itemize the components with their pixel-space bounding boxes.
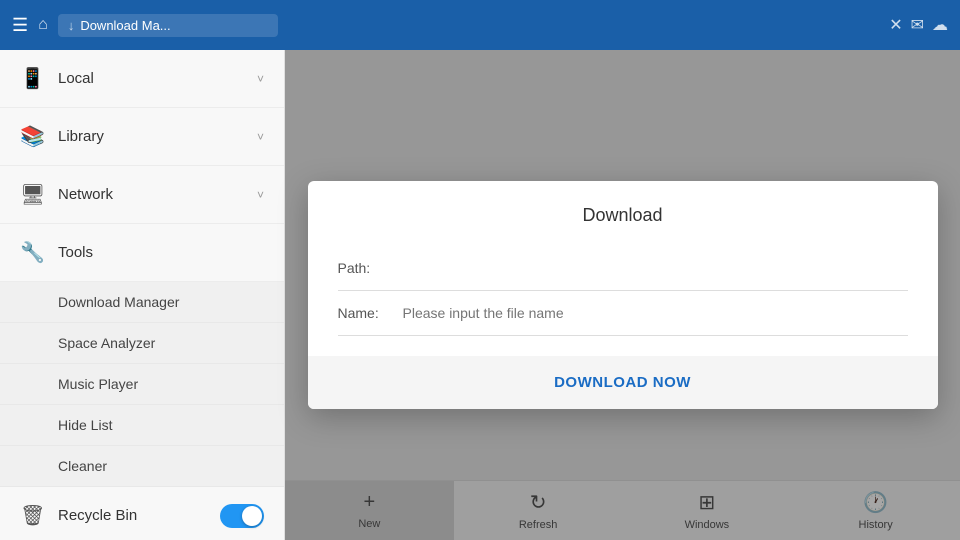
sidebar-item-recycle-bin[interactable]: 🗑 Recycle Bin xyxy=(0,487,284,540)
mail-icon[interactable]: ✉ xyxy=(911,15,924,35)
library-icon: 📚 xyxy=(20,124,44,149)
breadcrumb-arrow-icon: ↓ xyxy=(68,18,75,33)
modal-footer: DOWNLOAD NOW xyxy=(308,356,938,409)
modal-path-field: Path: xyxy=(338,246,908,291)
sidebar-item-local[interactable]: 📱 Local ˅ xyxy=(0,50,284,108)
sidebar-label-local: Local xyxy=(58,70,243,87)
chevron-icon-local: ˅ xyxy=(257,72,264,86)
recycle-bin-toggle-container xyxy=(220,504,264,528)
breadcrumb-text: Download Ma... xyxy=(80,18,170,33)
menu-icon[interactable]: ☰ xyxy=(12,15,28,36)
download-now-button[interactable]: DOWNLOAD NOW xyxy=(554,374,691,391)
main-area: 📱 Local ˅ 📚 Library ˅ 🖥 Network ˅ 🔧 Tool… xyxy=(0,50,960,540)
close-icon[interactable]: ✕ xyxy=(889,15,902,35)
sidebar-label-library: Library xyxy=(58,128,243,145)
modal-body: Path: Name: xyxy=(308,246,938,336)
sidebar-label-network: Network xyxy=(58,186,243,203)
sidebar-item-library[interactable]: 📚 Library ˅ xyxy=(0,108,284,166)
sidebar-sub-item-music-player[interactable]: Music Player xyxy=(0,364,284,405)
sidebar-label-recycle-bin: Recycle Bin xyxy=(58,507,206,524)
path-input[interactable] xyxy=(403,256,908,280)
cloud-icon[interactable]: ☁ xyxy=(932,15,948,35)
local-icon: 📱 xyxy=(20,66,44,91)
sidebar-item-network[interactable]: 🖥 Network ˅ xyxy=(0,166,284,224)
download-modal: Download Path: Name: DOWNLOAD NOW xyxy=(308,181,938,409)
sidebar-sub-item-download-manager[interactable]: Download Manager xyxy=(0,282,284,323)
tools-icon: 🔧 xyxy=(20,240,44,265)
sidebar-label-tools: Tools xyxy=(58,244,264,261)
sidebar-sub-items: Download Manager Space Analyzer Music Pl… xyxy=(0,282,284,487)
toggle-knob xyxy=(242,506,262,526)
content-area: Download Path: Name: DOWNLOAD NOW xyxy=(285,50,960,540)
recycle-bin-icon: 🗑 xyxy=(20,503,44,528)
sidebar-sub-item-cleaner[interactable]: Cleaner xyxy=(0,446,284,487)
sidebar-sub-item-hide-list[interactable]: Hide List xyxy=(0,405,284,446)
sidebar: 📱 Local ˅ 📚 Library ˅ 🖥 Network ˅ 🔧 Tool… xyxy=(0,50,285,540)
modal-name-field: Name: xyxy=(338,291,908,336)
app-container: ☰ ⌂ ↓ Download Ma... ✕ ✉ ☁ 📱 Local ˅ 📚 L… xyxy=(0,0,960,540)
recycle-bin-toggle[interactable] xyxy=(220,504,264,528)
sidebar-item-tools[interactable]: 🔧 Tools xyxy=(0,224,284,282)
modal-overlay: Download Path: Name: DOWNLOAD NOW xyxy=(285,50,960,540)
path-label: Path: xyxy=(338,260,393,276)
chevron-icon-network: ˅ xyxy=(257,188,264,202)
name-input[interactable] xyxy=(403,301,908,325)
chevron-icon-library: ˅ xyxy=(257,130,264,144)
network-icon: 🖥 xyxy=(20,182,44,207)
header-bar: ☰ ⌂ ↓ Download Ma... ✕ ✉ ☁ xyxy=(0,0,960,50)
name-label: Name: xyxy=(338,305,393,321)
home-icon[interactable]: ⌂ xyxy=(38,16,48,34)
header-actions: ✕ ✉ ☁ xyxy=(889,15,948,35)
sidebar-sub-item-space-analyzer[interactable]: Space Analyzer xyxy=(0,323,284,364)
breadcrumb[interactable]: ↓ Download Ma... xyxy=(58,14,278,37)
modal-title: Download xyxy=(308,181,938,246)
